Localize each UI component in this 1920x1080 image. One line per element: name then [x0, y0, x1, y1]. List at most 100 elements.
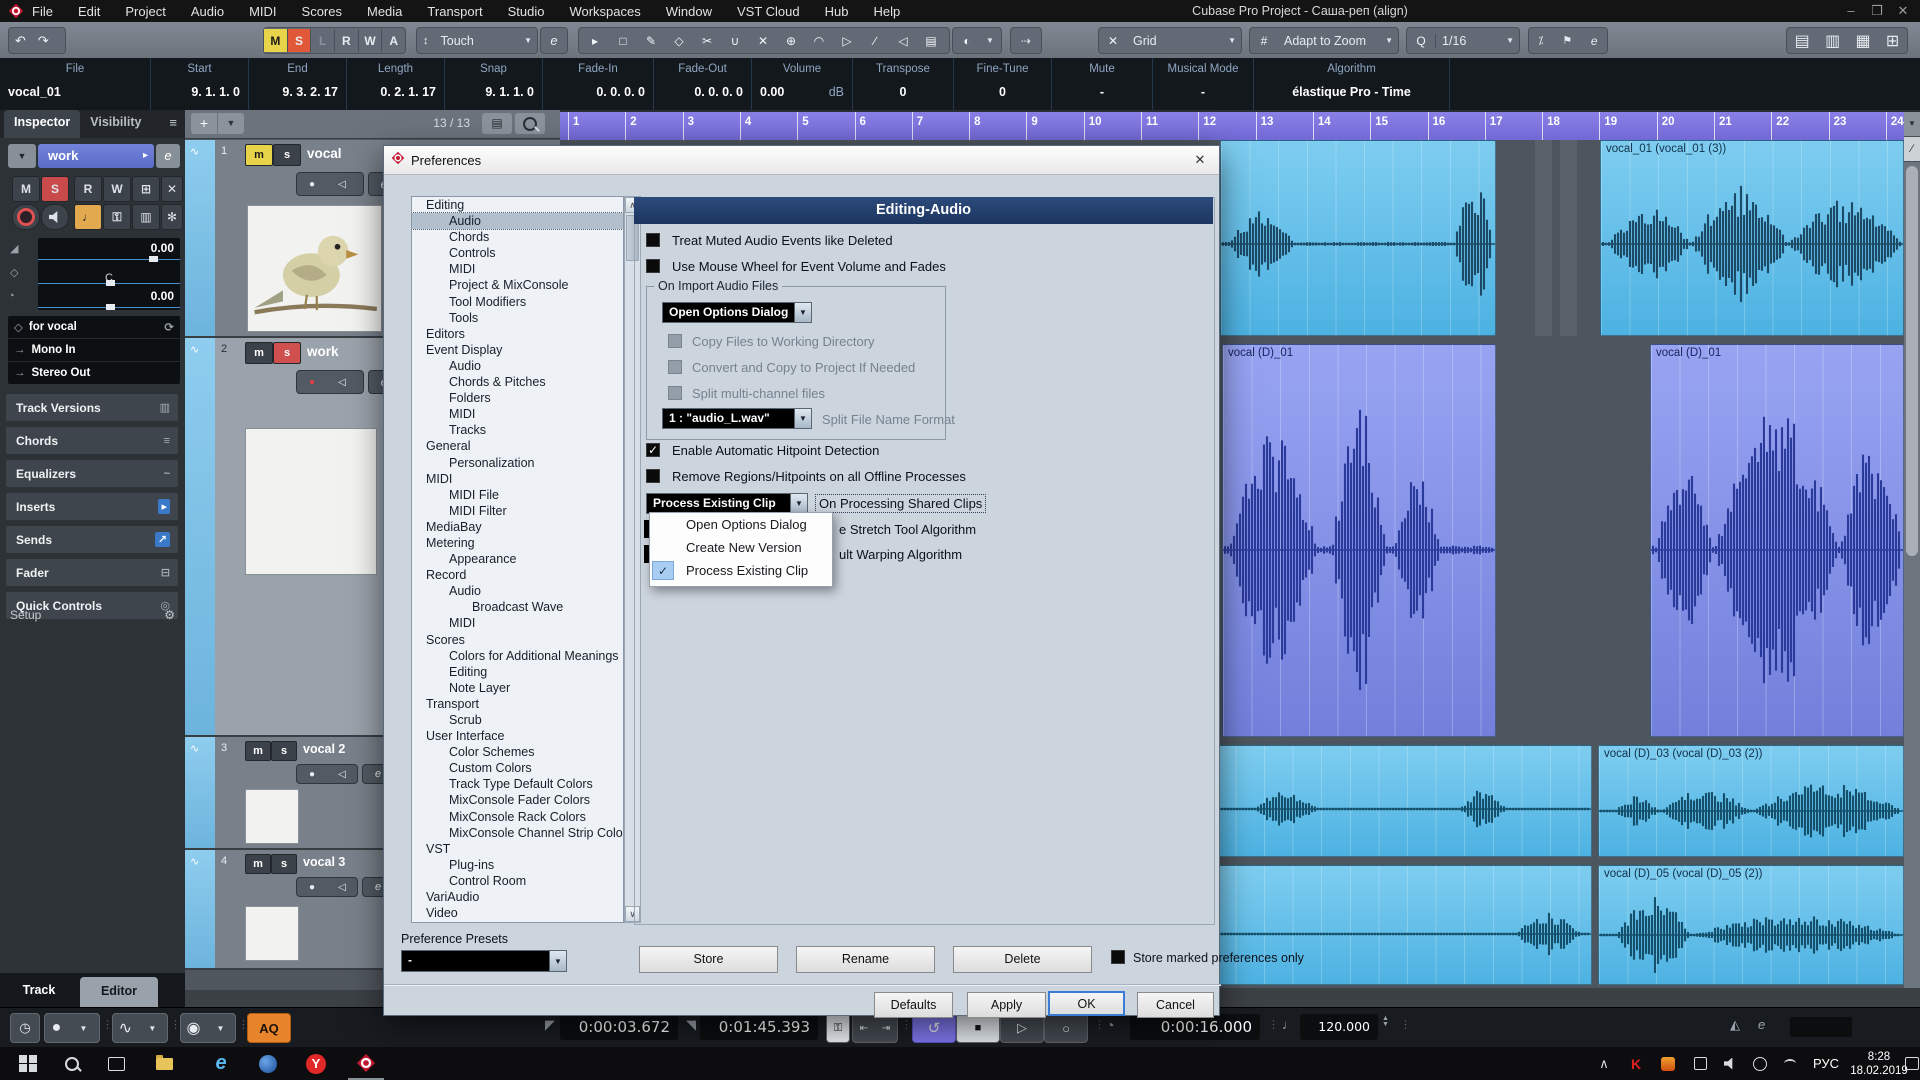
- timebase-musical-icon[interactable]: ♩: [74, 204, 102, 230]
- tree-item-user-interface[interactable]: User Interface: [412, 728, 623, 744]
- autoscroll-button[interactable]: ⇢: [1010, 27, 1042, 54]
- input-routing-row[interactable]: → Mono In: [8, 339, 180, 362]
- grid-dropdown-icon[interactable]: ▼: [1380, 36, 1398, 45]
- file-explorer-icon[interactable]: [148, 1047, 180, 1080]
- audio-event[interactable]: [1220, 140, 1496, 336]
- info-value[interactable]: 0: [853, 83, 953, 99]
- lane-display-icon[interactable]: ⊞: [132, 176, 160, 202]
- tree-item-scores[interactable]: Scores: [412, 632, 623, 648]
- browser-edge-icon[interactable]: e: [205, 1047, 237, 1080]
- snap-dropdown-icon[interactable]: ▼: [1223, 36, 1241, 45]
- checkbox-remove-regions[interactable]: [646, 469, 660, 483]
- track-image-empty[interactable]: [245, 428, 377, 575]
- tree-item-controls[interactable]: Controls: [412, 245, 623, 261]
- start-button[interactable]: [12, 1047, 44, 1080]
- volume-control[interactable]: 0.00: [38, 238, 180, 262]
- audio-event[interactable]: vocal (D)_03 (vocal (D)_03 (2)): [1598, 745, 1904, 857]
- track-mute-button[interactable]: m: [245, 144, 273, 166]
- clock-icon[interactable]: ◔: [1106, 1017, 1114, 1033]
- track-image-empty[interactable]: [245, 906, 299, 961]
- tree-item-audio[interactable]: Audio: [412, 213, 623, 229]
- checkbox-mouse-wheel[interactable]: [646, 259, 660, 273]
- track-name[interactable]: vocal: [307, 146, 342, 161]
- left-zone-icon[interactable]: ▤: [1795, 31, 1810, 51]
- tree-item-tool-modifiers[interactable]: Tool Modifiers: [412, 294, 623, 310]
- state-m-button[interactable]: M: [264, 29, 288, 52]
- glue-tool-icon[interactable]: ∪: [721, 34, 749, 48]
- delete-button[interactable]: Delete: [953, 946, 1092, 973]
- tree-item-mixconsole-fader-colors[interactable]: MixConsole Fader Colors: [412, 792, 623, 808]
- setup-row[interactable]: Setup ⚙: [10, 608, 175, 622]
- menu-transport[interactable]: Transport: [427, 4, 482, 19]
- info-value[interactable]: 0. 2. 1. 17: [347, 83, 444, 99]
- section-sends[interactable]: Sends↗: [6, 526, 178, 553]
- snap-type-value[interactable]: Grid: [1127, 34, 1163, 48]
- close-button[interactable]: ✕: [1890, 0, 1916, 22]
- menu-midi[interactable]: MIDI: [249, 4, 276, 19]
- track-solo-button[interactable]: s: [271, 741, 297, 761]
- quantize-value[interactable]: 1/16: [1436, 34, 1472, 48]
- track-fold-button[interactable]: ▼: [8, 144, 36, 168]
- state-w-button[interactable]: W: [359, 29, 383, 52]
- preset-dropdown[interactable]: -▼: [401, 950, 567, 972]
- audio-event[interactable]: vocal_01 (vocal_01 (3)): [1600, 140, 1904, 336]
- maximize-button[interactable]: ❒: [1864, 0, 1890, 22]
- tree-item-vst[interactable]: VST: [412, 841, 623, 857]
- preset-reload-icon[interactable]: ⟳: [164, 320, 174, 334]
- split-name-format-dropdown[interactable]: 1 : "audio_L.wav"▼: [662, 408, 812, 429]
- tree-item-broadcast-wave[interactable]: Broadcast Wave: [412, 599, 623, 615]
- record-mode-dropdown[interactable]: ●▼: [44, 1013, 100, 1043]
- punch-out-icon[interactable]: ⇥: [882, 1023, 890, 1034]
- checkbox-store-marked[interactable]: [1111, 950, 1125, 964]
- tree-item-color-schemes[interactable]: Color Schemes: [412, 744, 623, 760]
- dropdown-arrow-icon[interactable]: ▼: [549, 951, 566, 971]
- dropdown-arrow-icon[interactable]: ▼: [794, 303, 811, 322]
- tree-item-midi-filter[interactable]: MIDI Filter: [412, 503, 623, 519]
- right-locator-time[interactable]: 0:01:45.393: [700, 1014, 818, 1040]
- track-search-icon[interactable]: [515, 113, 545, 134]
- menu-hub[interactable]: Hub: [825, 4, 849, 19]
- track-record-icon[interactable]: ●: [297, 769, 327, 780]
- vertical-scroll-thumb[interactable]: [1906, 166, 1918, 556]
- inspector-track-name[interactable]: work▸: [38, 144, 154, 168]
- info-value[interactable]: 0. 0. 0. 0: [654, 83, 751, 99]
- track-name[interactable]: vocal 2: [303, 742, 345, 756]
- info-value[interactable]: -: [1153, 83, 1253, 99]
- delay-handle[interactable]: [106, 304, 115, 310]
- tree-item-chords-pitches[interactable]: Chords & Pitches: [412, 374, 623, 390]
- solo-button[interactable]: S: [41, 176, 69, 202]
- track-mute-button[interactable]: m: [245, 854, 271, 874]
- tree-item-audio[interactable]: Audio: [412, 358, 623, 374]
- minimize-button[interactable]: –: [1838, 0, 1864, 22]
- tree-item-tools[interactable]: Tools: [412, 310, 623, 326]
- section-fader[interactable]: Fader⊟: [6, 559, 178, 586]
- menu-project[interactable]: Project: [125, 4, 165, 19]
- tree-item-scrub[interactable]: Scrub: [412, 712, 623, 728]
- menu-option-create-new-version[interactable]: Create New Version: [650, 536, 832, 559]
- grid-type-value[interactable]: Adapt to Zoom: [1278, 34, 1372, 48]
- pan-control[interactable]: C: [38, 262, 180, 286]
- cancel-button[interactable]: Cancel: [1137, 992, 1214, 1018]
- info-value[interactable]: 9. 1. 1. 0: [445, 83, 542, 99]
- menu-workspaces[interactable]: Workspaces: [569, 4, 640, 19]
- tempo-spinner[interactable]: ▲▼: [1382, 1016, 1389, 1028]
- section-track-versions[interactable]: Track Versions▥: [6, 394, 178, 421]
- info-value[interactable]: 9. 1. 1. 0: [151, 83, 248, 99]
- setup-toolbar-icon[interactable]: ⊞: [1886, 31, 1899, 51]
- info-value[interactable]: 0. 0. 0. 0: [543, 83, 653, 99]
- audio-event[interactable]: vocal (D)_05 (vocal (D)_05 (2)): [1598, 865, 1904, 985]
- menu-media[interactable]: Media: [367, 4, 402, 19]
- tree-item-transport[interactable]: Transport: [412, 696, 623, 712]
- play-order-tool-icon[interactable]: ▷: [833, 34, 861, 48]
- aimp-tray-icon[interactable]: [1656, 1047, 1680, 1080]
- record-enable-button[interactable]: [12, 204, 40, 230]
- menu-help[interactable]: Help: [874, 4, 901, 19]
- state-s-button[interactable]: S: [288, 29, 312, 52]
- audiowarp-flag-icon[interactable]: ⚑: [1562, 34, 1572, 47]
- gear-icon[interactable]: ⚙: [164, 608, 175, 622]
- tab-track[interactable]: Track: [0, 977, 78, 1003]
- dialog-close-icon[interactable]: ✕: [1185, 149, 1215, 171]
- object-selection-tool-icon[interactable]: ▸: [581, 34, 609, 48]
- automation-edit-button[interactable]: e: [540, 27, 568, 54]
- read-automation-button[interactable]: R: [74, 176, 102, 202]
